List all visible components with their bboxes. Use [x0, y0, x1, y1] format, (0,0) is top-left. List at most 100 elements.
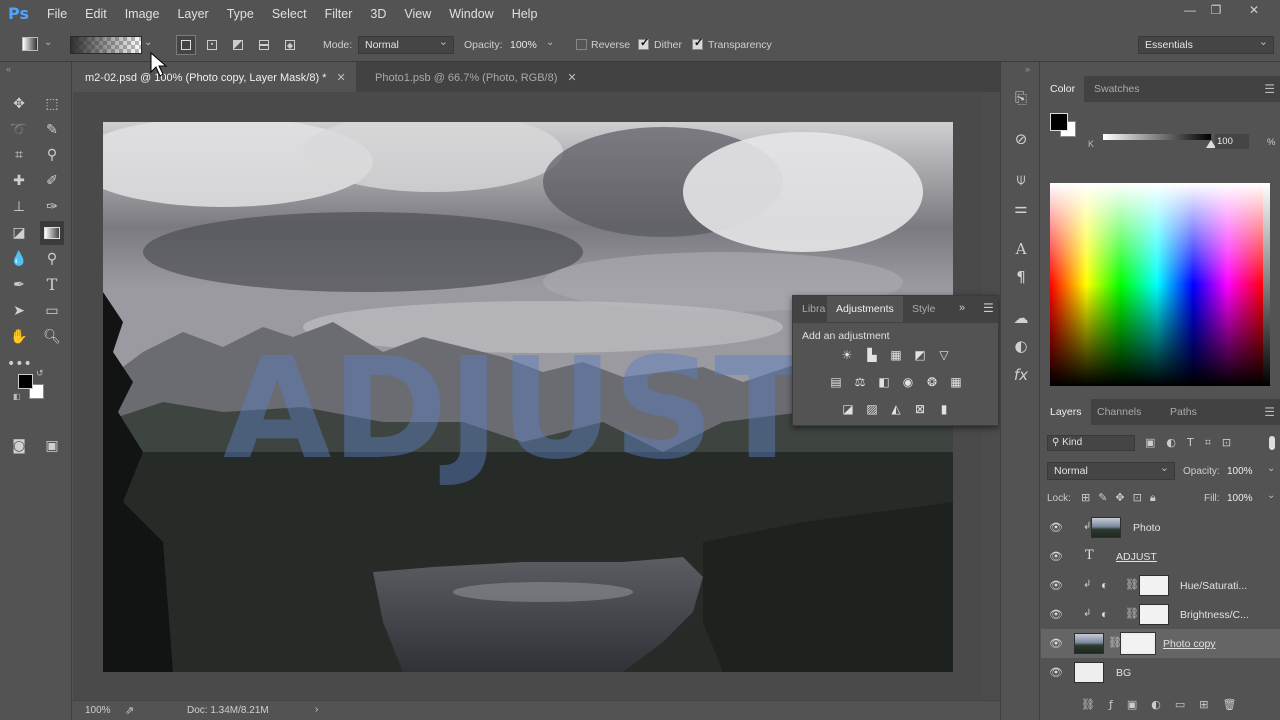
lock-options-icons[interactable]: ⊞✎✥⊡🔒︎: [1081, 491, 1164, 505]
menu-layer[interactable]: Layer: [177, 0, 220, 28]
tool-preset-icon[interactable]: [22, 37, 38, 51]
layer-opacity-value[interactable]: 100%: [1227, 466, 1253, 477]
menu-type[interactable]: Type: [227, 0, 266, 28]
filter-toggle[interactable]: [1269, 436, 1275, 450]
layer-row-photo[interactable]: 👁︎ ↲ Photo: [1041, 513, 1280, 542]
tab-paths[interactable]: Paths: [1161, 399, 1206, 425]
move-tool-icon[interactable]: ✥: [7, 92, 31, 116]
gradient-tool-icon[interactable]: [40, 221, 64, 245]
angle-gradient-button[interactable]: [228, 35, 248, 55]
reverse-checkbox[interactable]: [576, 39, 587, 50]
opacity-dropdown-icon[interactable]: ⌄: [546, 37, 554, 48]
tab-m2-02[interactable]: m2-02.psd @ 100% (Photo copy, Layer Mask…: [73, 62, 356, 92]
tab-photo1[interactable]: Photo1.psb @ 66.7% (Photo, RGB/8) ✕: [363, 62, 587, 92]
marquee-tool-icon[interactable]: ⬚: [40, 92, 64, 116]
gradient-dropdown-icon[interactable]: ⌄: [144, 37, 152, 48]
menu-filter[interactable]: Filter: [325, 0, 365, 28]
blur-tool-icon[interactable]: 💧: [7, 247, 31, 271]
mode-dropdown[interactable]: Normal: [358, 35, 454, 54]
eraser-tool-icon[interactable]: ◪: [7, 221, 31, 245]
mask-thumbnail[interactable]: [1139, 575, 1169, 596]
visibility-eye-icon[interactable]: 👁︎: [1049, 666, 1063, 679]
character-icon[interactable]: A: [1009, 238, 1033, 260]
layer-mask-thumbnail[interactable]: [1120, 632, 1156, 655]
tab-channels[interactable]: Channels: [1088, 399, 1150, 425]
channel-mixer-icon[interactable]: ❂: [923, 374, 941, 390]
restore-icon[interactable]: ❐: [1206, 3, 1226, 21]
exposure-icon[interactable]: ◩: [911, 347, 929, 363]
tab-layers[interactable]: Layers: [1041, 399, 1091, 425]
chain-link-icon[interactable]: ⛓: [1108, 636, 1122, 649]
black-white-icon[interactable]: ◧: [875, 374, 893, 390]
diamond-gradient-button[interactable]: ◆: [280, 35, 300, 55]
fill-value[interactable]: 100%: [1227, 493, 1253, 504]
quick-select-tool-icon[interactable]: ✎: [40, 118, 64, 142]
eyedropper-tool-icon[interactable]: ⚲: [40, 143, 64, 167]
crop-tool-icon[interactable]: ⌗: [7, 143, 31, 167]
color-fg-swatch[interactable]: [1050, 113, 1068, 131]
workspace-dropdown[interactable]: Essentials: [1138, 35, 1274, 54]
close-tab-icon[interactable]: ✕: [336, 72, 345, 84]
history-brush-tool-icon[interactable]: ✑: [40, 195, 64, 219]
menu-window[interactable]: Window: [449, 0, 505, 28]
visibility-eye-icon[interactable]: 👁︎: [1049, 608, 1063, 621]
visibility-eye-icon[interactable]: 👁︎: [1049, 637, 1063, 650]
selective-color-icon[interactable]: ⊠: [911, 401, 929, 417]
layer-row-adjust[interactable]: 👁︎ T ADJUST: [1041, 542, 1280, 571]
transparency-checkbox[interactable]: [692, 36, 703, 50]
healing-brush-tool-icon[interactable]: ✚: [7, 169, 31, 193]
rectangle-tool-icon[interactable]: ▭: [40, 299, 64, 323]
opacity-value[interactable]: 100%: [510, 39, 537, 51]
linear-gradient-button[interactable]: [176, 35, 196, 55]
paragraph-icon[interactable]: ¶: [1009, 266, 1033, 288]
menu-select[interactable]: Select: [272, 0, 319, 28]
photo-filter-icon[interactable]: ◉: [899, 374, 917, 390]
menu-edit[interactable]: Edit: [85, 0, 119, 28]
posterize-icon[interactable]: ▨: [863, 401, 881, 417]
close-tab-icon[interactable]: ✕: [567, 72, 576, 84]
collapse-toolbar-icon[interactable]: «: [6, 64, 11, 74]
quick-mask-icon[interactable]: ◙: [7, 434, 31, 458]
layers-footer-icons[interactable]: ⛓ƒ▣◐▭⊞🗑︎: [1081, 698, 1250, 711]
menu-view[interactable]: View: [404, 0, 443, 28]
zoom-tool-icon[interactable]: 🔍︎: [40, 325, 64, 349]
color-balance-icon[interactable]: ⚖: [851, 374, 869, 390]
status-menu-icon[interactable]: ›: [315, 704, 318, 715]
fill-dropdown-icon[interactable]: ⌄: [1267, 490, 1275, 501]
blend-mode-dropdown[interactable]: Normal: [1047, 461, 1175, 480]
chain-link-icon[interactable]: ⛓: [1125, 578, 1139, 591]
default-colors-icon[interactable]: ◧: [13, 392, 21, 401]
menu-file[interactable]: File: [47, 0, 79, 28]
layer-row-bg[interactable]: 👁︎ BG: [1041, 658, 1280, 687]
screen-mode-icon[interactable]: ▣: [40, 434, 64, 458]
layer-row-photo-copy[interactable]: 👁︎ ⛓ Photo copy: [1041, 629, 1280, 658]
foreground-color-swatch[interactable]: [18, 374, 33, 389]
brush-tool-icon[interactable]: ✐: [40, 169, 64, 193]
chain-link-icon[interactable]: ⛓: [1125, 607, 1139, 620]
k-value-field[interactable]: 100: [1215, 134, 1249, 149]
export-icon[interactable]: ⇗: [125, 704, 134, 717]
threshold-icon[interactable]: ◭: [887, 401, 905, 417]
menu-image[interactable]: Image: [125, 0, 172, 28]
brush-settings-icon[interactable]: ⍦: [1009, 168, 1033, 190]
collapse-dock-icon[interactable]: »: [1025, 64, 1030, 74]
tab-styles[interactable]: Style: [903, 296, 944, 322]
menu-3d[interactable]: 3D: [370, 0, 398, 28]
more-tools-icon[interactable]: •••: [7, 352, 32, 376]
color-panel-menu-icon[interactable]: ☰: [1264, 82, 1275, 96]
clone-stamp-tool-icon[interactable]: ⊥: [7, 195, 31, 219]
expand-panel-icon[interactable]: »: [959, 302, 965, 314]
tab-swatches[interactable]: Swatches: [1085, 76, 1149, 102]
lasso-tool-icon[interactable]: ➰: [7, 118, 31, 142]
history-icon[interactable]: ⎘: [1009, 87, 1033, 109]
panel-menu-icon[interactable]: ☰: [983, 301, 994, 315]
path-select-tool-icon[interactable]: ➤: [7, 299, 31, 323]
dodge-tool-icon[interactable]: ⚲: [40, 247, 64, 271]
visibility-eye-icon[interactable]: 👁︎: [1049, 521, 1063, 534]
layers-panel-menu-icon[interactable]: ☰: [1264, 405, 1275, 419]
properties-icon[interactable]: ⊘: [1009, 128, 1033, 150]
color-lookup-icon[interactable]: ▦: [947, 374, 965, 390]
brightness-contrast-icon[interactable]: ☀: [838, 347, 856, 363]
dither-checkbox[interactable]: [638, 36, 649, 50]
menu-help[interactable]: Help: [512, 0, 550, 28]
